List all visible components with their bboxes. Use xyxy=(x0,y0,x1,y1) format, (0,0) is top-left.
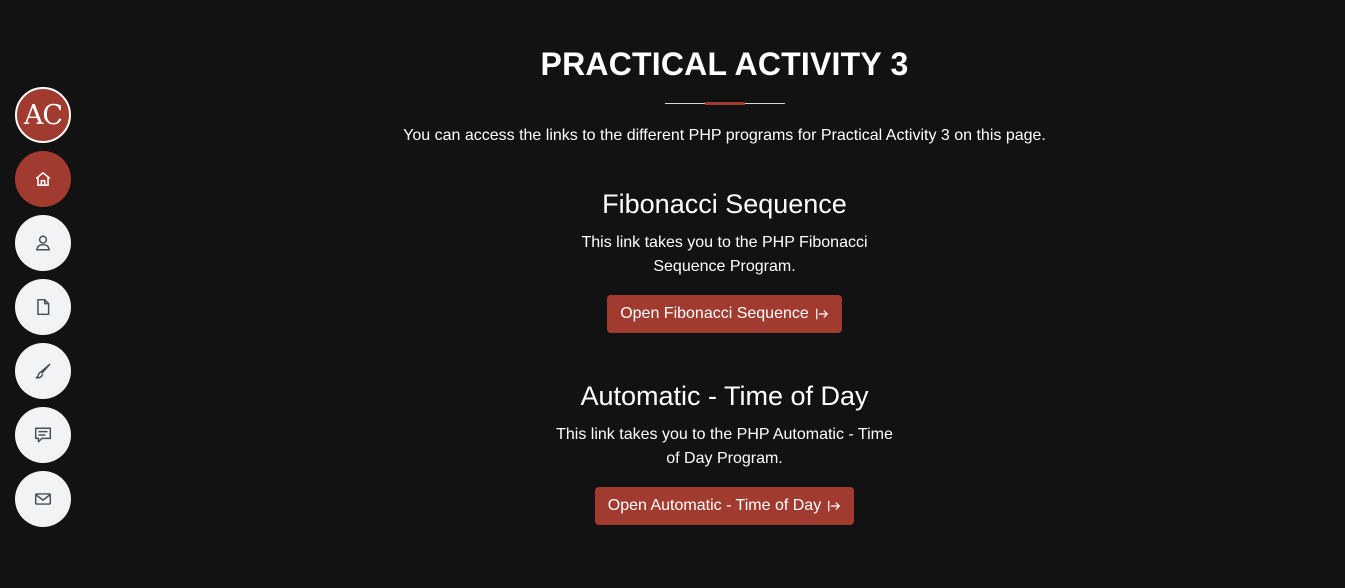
time-of-day-section: Automatic - Time of Day This link takes … xyxy=(0,380,1345,525)
main-content: PRACTICAL ACTIVITY 3 You can access the … xyxy=(0,0,1345,588)
section-heading: Fibonacci Sequence xyxy=(602,189,847,219)
box-arrow-right-icon xyxy=(815,308,828,320)
open-time-of-day-button[interactable]: Open Automatic - Time of Day xyxy=(594,487,855,525)
intro-text: You can access the links to the differen… xyxy=(403,127,1046,144)
button-label: Open Automatic - Time of Day xyxy=(607,497,822,514)
section-heading: Automatic - Time of Day xyxy=(580,381,869,411)
title-divider-accent xyxy=(705,102,745,105)
fibonacci-section: Fibonacci Sequence This link takes you t… xyxy=(0,188,1345,333)
section-description: This link takes you to the PHP Automatic… xyxy=(556,426,893,467)
button-label: Open Fibonacci Sequence xyxy=(620,305,809,322)
open-fibonacci-button[interactable]: Open Fibonacci Sequence xyxy=(607,295,842,333)
box-arrow-right-icon xyxy=(828,500,841,512)
page-title: PRACTICAL ACTIVITY 3 xyxy=(540,46,909,82)
section-description: This link takes you to the PHP Fibonacci… xyxy=(581,234,868,275)
